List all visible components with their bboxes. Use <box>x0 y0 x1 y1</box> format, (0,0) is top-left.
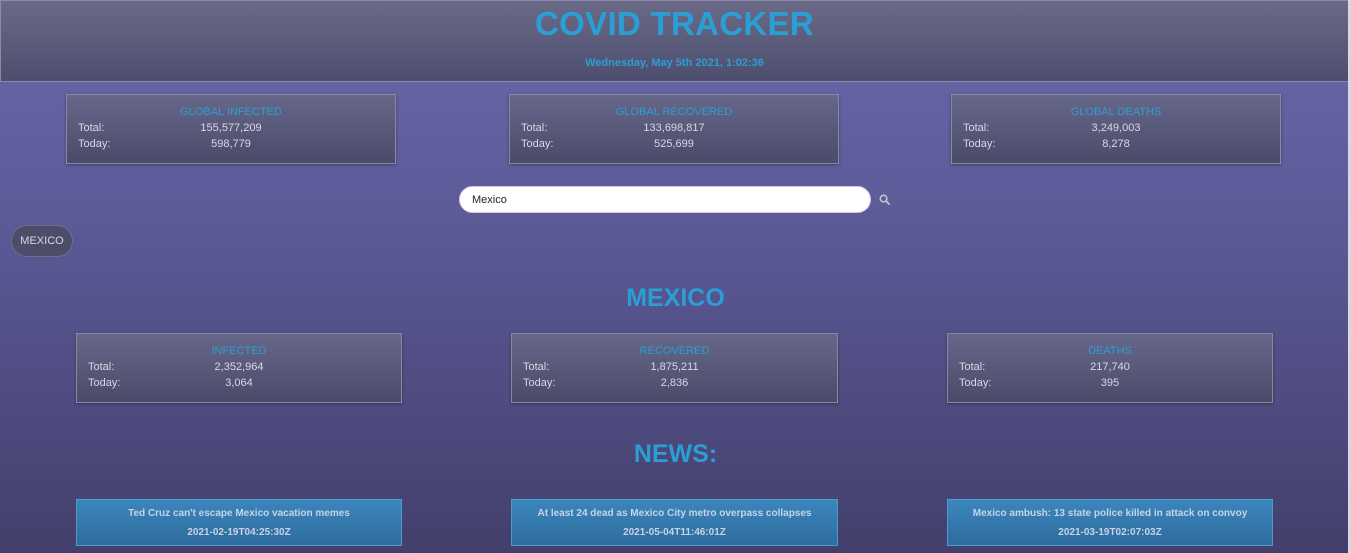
total-value: 217,740 <box>1090 361 1130 373</box>
total-value: 155,577,209 <box>200 122 262 134</box>
today-value: 525,699 <box>654 138 694 150</box>
news-date: 2021-05-04T11:46:01Z <box>623 527 726 538</box>
today-value: 598,779 <box>211 138 251 150</box>
search-button[interactable] <box>873 188 895 210</box>
today-value: 395 <box>1100 377 1120 389</box>
country-deaths-card: DEATHS Total: 217,740 Today: 395 <box>947 333 1273 403</box>
current-datetime: Wednesday, May 5th 2021, 1:02:36 <box>585 57 764 69</box>
card-title: GLOBAL RECOVERED <box>615 106 733 118</box>
country-infected-card: INFECTED Total: 2,352,964 Today: 3,064 <box>76 333 402 403</box>
news-headline[interactable]: Ted Cruz can't escape Mexico vacation me… <box>77 508 401 519</box>
news-title: NEWS: <box>633 440 718 468</box>
search-icon <box>879 194 890 205</box>
card-title: GLOBAL INFECTED <box>180 106 282 118</box>
today-value: 3,064 <box>225 377 253 389</box>
card-title: RECOVERED <box>639 345 710 357</box>
global-recovered-card: GLOBAL RECOVERED Total: 133,698,817 Toda… <box>509 94 839 164</box>
total-value: 133,698,817 <box>643 122 705 134</box>
today-value: 2,836 <box>660 377 689 389</box>
search-bar <box>459 186 872 213</box>
country-title: MEXICO <box>626 284 725 312</box>
news-date: 2021-03-19T02:07:03Z <box>1058 527 1162 538</box>
total-value: 2,352,964 <box>214 361 264 373</box>
country-chip-mexico[interactable]: MEXICO <box>11 225 73 257</box>
app-header: COVID TRACKER Wednesday, May 5th 2021, 1… <box>0 0 1348 82</box>
card-title: INFECTED <box>211 345 267 357</box>
search-input[interactable] <box>459 186 871 213</box>
news-headline[interactable]: Mexico ambush: 13 state police killed in… <box>948 508 1272 519</box>
country-recovered-card: RECOVERED Total: 1,875,211 Today: 2,836 <box>511 333 838 403</box>
app-title: COVID TRACKER <box>535 5 814 42</box>
card-title: DEATHS <box>1088 345 1132 357</box>
card-title: GLOBAL DEATHS <box>1070 106 1162 118</box>
total-value: 3,249,003 <box>1091 122 1141 134</box>
total-value: 1,875,211 <box>650 361 699 373</box>
global-deaths-card: GLOBAL DEATHS Total: 3,249,003 Today: 8,… <box>951 94 1281 164</box>
news-card[interactable]: At least 24 dead as Mexico City metro ov… <box>511 499 838 546</box>
news-date: 2021-02-19T04:25:30Z <box>187 527 291 538</box>
global-infected-card: GLOBAL INFECTED Total: 155,577,209 Today… <box>66 94 396 164</box>
news-card[interactable]: Ted Cruz can't escape Mexico vacation me… <box>76 499 402 546</box>
today-value: 8,278 <box>1102 138 1130 150</box>
news-card[interactable]: Mexico ambush: 13 state police killed in… <box>947 499 1273 546</box>
news-headline[interactable]: At least 24 dead as Mexico City metro ov… <box>512 508 837 519</box>
